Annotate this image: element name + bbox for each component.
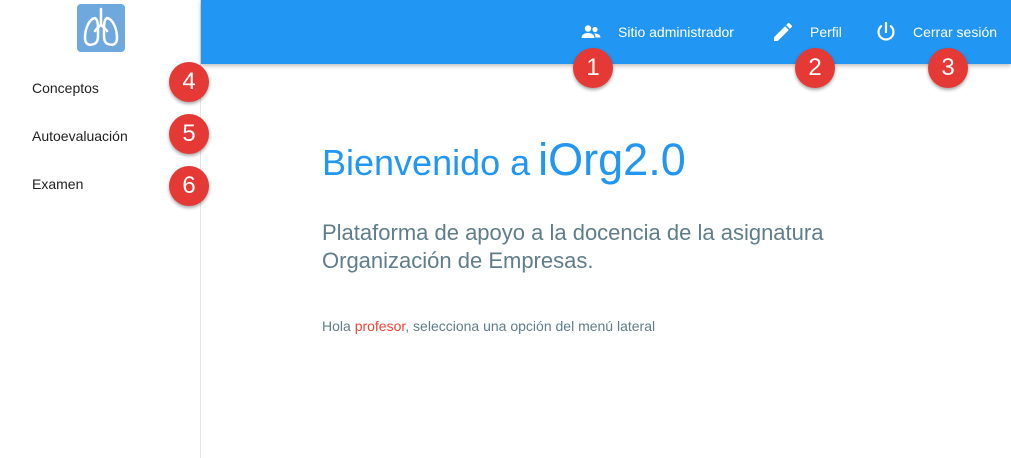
marker-4: 4 <box>169 62 209 102</box>
app-name: iOrg2.0 <box>538 134 686 185</box>
pencil-icon <box>771 20 795 44</box>
welcome-prefix: Bienvenido a <box>322 142 531 183</box>
username: profesor <box>354 318 406 334</box>
sidebar-item-examen[interactable]: Examen <box>32 176 83 192</box>
welcome-heading: Bienvenido a iOrg2.0 <box>322 134 686 186</box>
sidebar-item-conceptos[interactable]: Conceptos <box>32 80 99 96</box>
people-icon <box>579 20 603 44</box>
marker-1: 1 <box>573 48 613 88</box>
logout-label: Cerrar sesión <box>913 24 998 40</box>
power-icon <box>874 20 898 44</box>
platform-description-line-2: Organización de Empresas. <box>322 248 594 273</box>
marker-5: 5 <box>169 114 209 154</box>
profile-label: Perfil <box>810 24 842 40</box>
platform-description-line-1: Plataforma de apoyo a la docencia de la … <box>322 220 824 245</box>
marker-6: 6 <box>169 166 209 206</box>
marker-2: 2 <box>795 48 835 88</box>
greeting-text: Hola profesor, selecciona una opción del… <box>322 318 655 334</box>
admin-site-label: Sitio administrador <box>618 24 734 40</box>
greeting-prefix: Hola <box>322 318 355 334</box>
lungs-logo-icon[interactable] <box>77 4 125 52</box>
greeting-suffix: , selecciona una opción del menú lateral <box>405 318 656 334</box>
marker-3: 3 <box>928 48 968 88</box>
platform-description: Plataforma de apoyo a la docencia de la … <box>322 219 922 275</box>
sidebar: Conceptos Autoevaluación Examen <box>0 0 201 458</box>
sidebar-item-autoevaluacion[interactable]: Autoevaluación <box>32 128 128 144</box>
